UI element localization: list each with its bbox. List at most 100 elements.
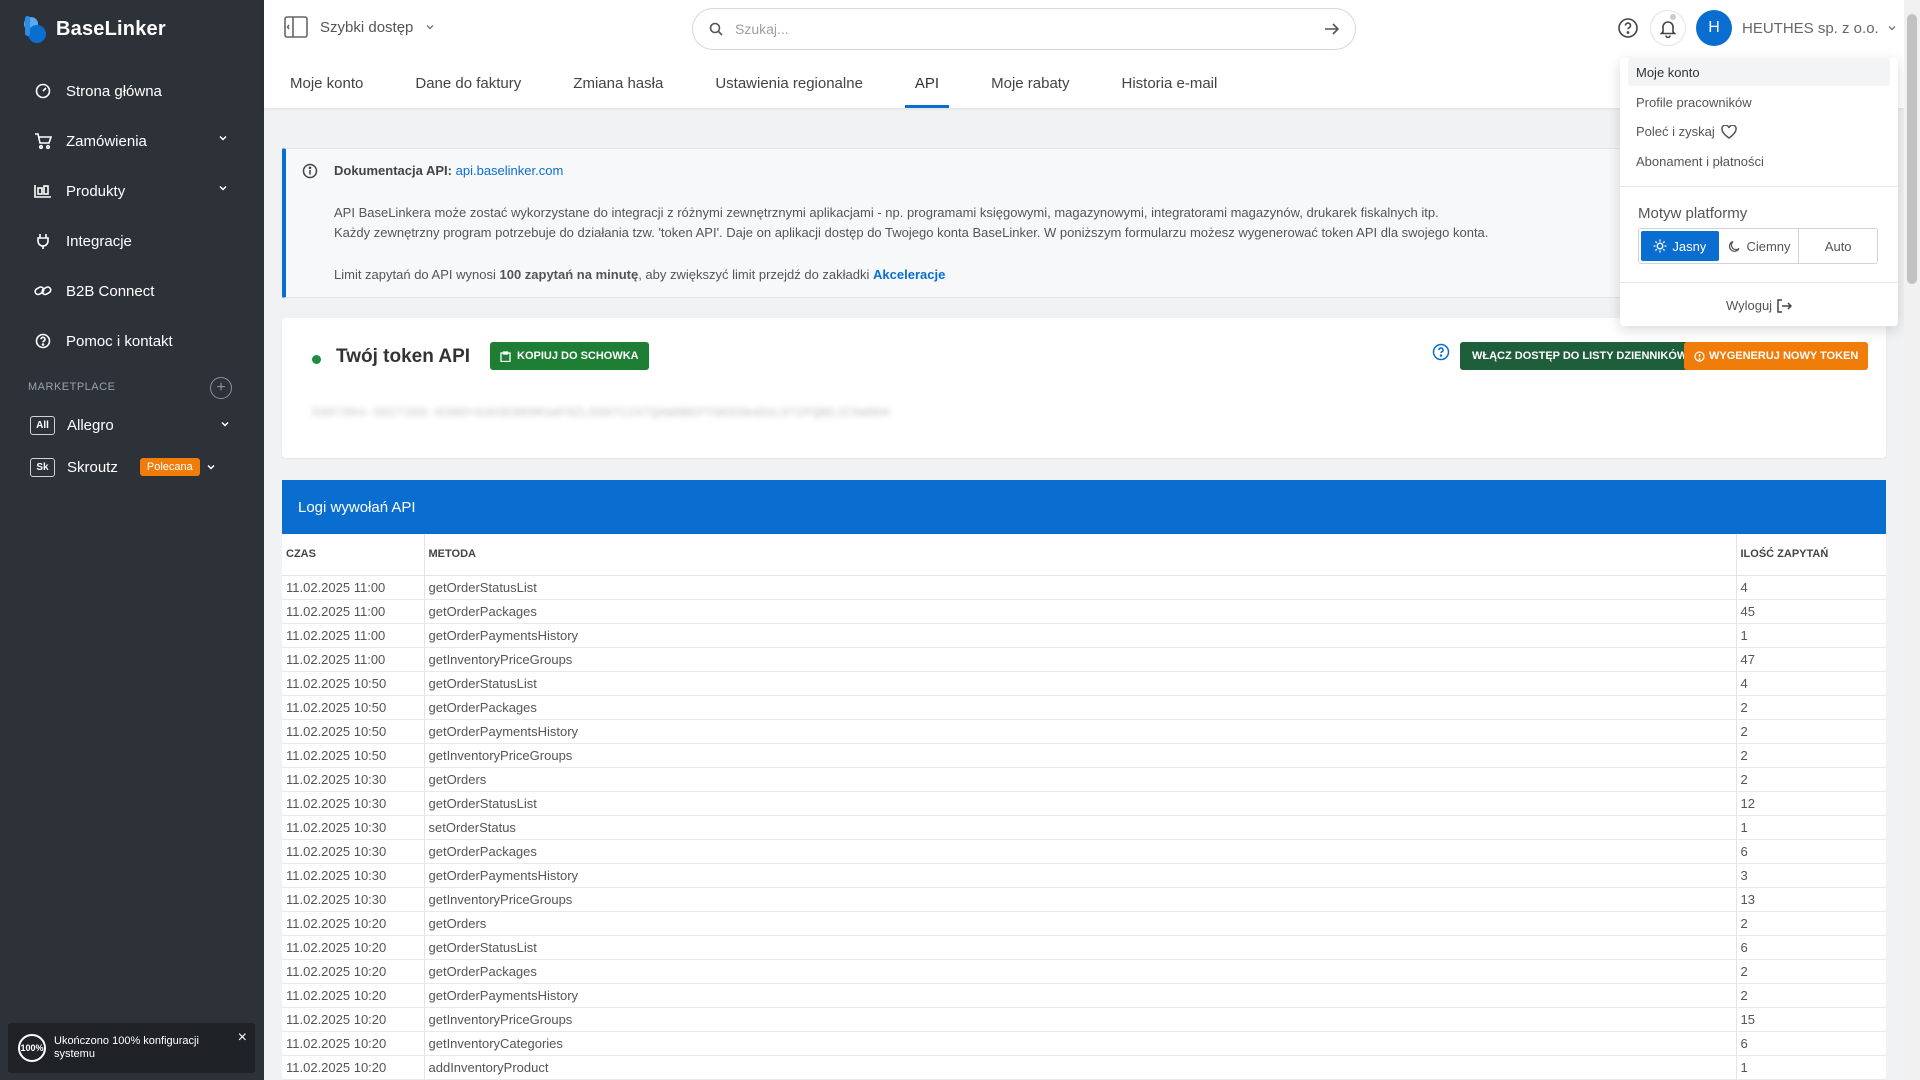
help-icon[interactable] [1432,343,1450,361]
logo[interactable]: BaseLinker [22,14,166,44]
sidebar-item-integrations[interactable]: Integracje [0,216,264,266]
sidebar-item-orders[interactable]: Zamówienia [0,116,264,166]
log-method-cell: getInventoryCategories [424,1031,1737,1056]
setup-complete-notice: 100% Ukończono 100% konfiguracji systemu… [8,1023,255,1073]
log-time-cell: 11.02.2025 10:50 [282,719,425,744]
log-method-cell: getInventoryPriceGroups [424,1007,1737,1032]
menu-item-subscription[interactable]: Abonament i płatności [1636,154,1764,169]
logout-label: Wyloguj [1725,298,1773,313]
info-icon [302,163,318,179]
quick-access-label: Szybki dostęp [320,18,414,36]
log-time-cell: 11.02.2025 10:50 [282,671,425,696]
log-count-cell: 2 [1736,743,1886,768]
log-count-cell: 2 [1736,719,1886,744]
column-header-method: METODA [424,534,1737,576]
log-method-cell: getInventoryPriceGroups [424,743,1737,768]
cart-icon [34,132,52,150]
moon-icon [1729,240,1741,252]
tab-discounts[interactable]: Moje rabaty [965,58,1095,108]
limit-value: 100 zapytań na minutę [499,267,639,282]
products-icon [34,182,52,200]
copy-token-label: KOPIUJ DO SCHOWKA [517,350,639,362]
table-row: 11.02.2025 10:30 getOrders 2 [282,767,1886,792]
quick-access-button[interactable]: Szybki dostęp [284,16,435,38]
log-time-cell: 11.02.2025 10:30 [282,863,425,888]
notifications-button[interactable] [1650,10,1686,46]
sidebar: BaseLinker Strona główna Zamówienia Prod… [0,0,264,1080]
account-tabs: Moje konto Dane do faktury Zmiana hasła … [264,58,1243,108]
tab-regional-settings[interactable]: Ustawienia regionalne [689,58,889,108]
page-scrollbar[interactable] [1904,0,1920,1080]
logout-button[interactable]: Wyloguj [1620,298,1898,313]
close-icon[interactable]: × [238,1029,247,1047]
search-icon [709,22,723,36]
log-method-cell: getOrderPaymentsHistory [424,983,1737,1008]
menu-item-employee-profiles[interactable]: Profile pracowników [1636,95,1752,110]
tab-email-history[interactable]: Historia e-mail [1095,58,1243,108]
tab-password-change[interactable]: Zmiana hasła [547,58,689,108]
regenerate-token-label: WYGENERUJ NOWY TOKEN [1709,350,1859,362]
table-row: 11.02.2025 11:00 getInventoryPriceGroups 4… [282,647,1886,672]
sidebar-item-b2b[interactable]: B2B Connect [0,266,264,316]
log-time-cell: 11.02.2025 11:00 [282,575,425,600]
table-row: 11.02.2025 10:50 getOrderStatusList 4 [282,671,1886,696]
sidebar-item-home[interactable]: Strona główna [0,66,264,116]
api-docs-link[interactable]: api.baselinker.com [456,163,564,178]
theme-light-button[interactable]: Jasny [1641,231,1719,261]
tab-invoice-data[interactable]: Dane do faktury [389,58,547,108]
sidebar-item-products[interactable]: Produkty [0,166,264,216]
logs-table: CZAS METODA ILOŚĆ ZAPYTAŃ 11.02.2025 11:… [282,534,1886,1080]
column-header-count: ILOŚĆ ZAPYTAŃ [1736,534,1886,576]
acceleration-link[interactable]: Akceleracje [873,267,945,282]
table-row: 11.02.2025 10:20 getOrderPaymentsHistory 2 [282,983,1886,1008]
marketplace-item-skroutz[interactable]: Sk Skroutz Polecana [30,455,240,479]
token-value[interactable]: 5007964-5027399-02N8Y4UH3E8R0M1WF0ZL09H7… [312,406,890,420]
marketplace-item-allegro[interactable]: All Allegro [30,413,240,437]
arrow-right-icon[interactable] [1323,20,1341,38]
marketplace-label: Allegro [67,416,114,434]
log-count-cell: 47 [1736,647,1886,672]
search-input[interactable] [735,21,1295,37]
api-token-card: Twój token API KOPIUJ DO SCHOWKA WŁĄCZ D… [282,318,1886,458]
log-count-cell: 2 [1736,911,1886,936]
theme-auto-button[interactable]: Auto [1799,229,1877,263]
log-time-cell: 11.02.2025 10:30 [282,887,425,912]
table-row: 11.02.2025 11:00 getOrderPaymentsHistory 1 [282,623,1886,648]
table-row: 11.02.2025 10:20 getOrders 2 [282,911,1886,936]
log-count-cell: 2 [1736,767,1886,792]
log-count-cell: 6 [1736,839,1886,864]
log-count-cell: 2 [1736,695,1886,720]
add-marketplace-button[interactable]: + [210,377,232,399]
help-button[interactable] [1610,10,1646,46]
avatar[interactable]: H [1696,10,1732,46]
tab-api[interactable]: API [889,58,965,108]
plus-icon: + [216,379,226,396]
marketplace-badge: All [30,415,55,435]
regenerate-token-button[interactable]: WYGENERUJ NOWY TOKEN [1684,342,1869,370]
log-count-cell: 2 [1736,959,1886,984]
log-method-cell: getOrderPaymentsHistory [424,719,1737,744]
log-time-cell: 11.02.2025 10:20 [282,1055,425,1080]
column-header-time: CZAS [282,534,425,576]
chevron-down-icon[interactable] [1887,23,1897,33]
logs-title: Logi wywołań API [282,480,1886,534]
sidebar-item-help[interactable]: Pomoc i kontakt [0,316,264,366]
menu-item-refer[interactable]: Poleć i zyskaj [1636,124,1737,139]
tab-my-account[interactable]: Moje konto [264,58,389,108]
log-count-cell: 1 [1736,1055,1886,1080]
scrollbar-thumb[interactable] [1907,14,1917,284]
log-time-cell: 11.02.2025 10:20 [282,1007,425,1032]
sidebar-item-label: B2B Connect [66,282,155,300]
theme-dark-button[interactable]: Ciemny [1721,229,1800,263]
table-row: 11.02.2025 11:00 getOrderStatusList 4 [282,575,1886,600]
enable-log-access-button[interactable]: WŁĄCZ DOSTĘP DO LISTY DZIENNIKÓW [1460,342,1700,370]
gauge-icon [34,82,52,100]
copy-token-button[interactable]: KOPIUJ DO SCHOWKA [490,342,649,370]
menu-item-my-account[interactable]: Moje konto [1636,65,1700,80]
header-user-area: H HEUTHES sp. z o.o. [1610,10,1897,46]
company-name[interactable]: HEUTHES sp. z o.o. [1742,20,1879,37]
menu-divider [1620,282,1898,283]
theme-label-light: Jasny [1672,238,1707,254]
table-header-row: CZAS METODA ILOŚĆ ZAPYTAŃ [282,534,1886,576]
heart-icon [1720,124,1737,139]
